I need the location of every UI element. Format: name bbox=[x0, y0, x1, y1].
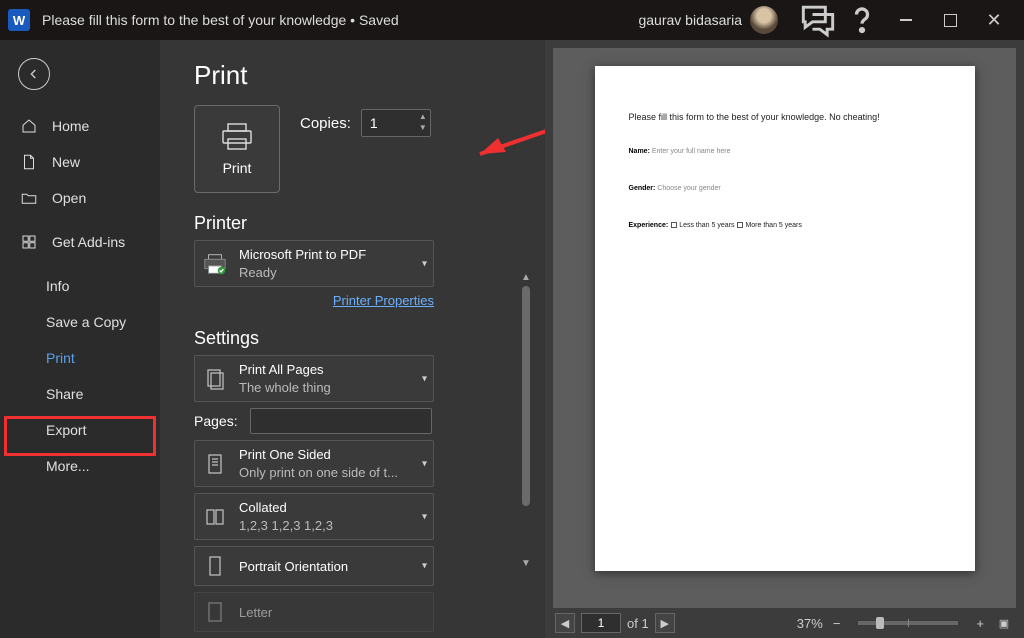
sidebar-item-info[interactable]: Info bbox=[0, 268, 160, 304]
sidebar-item-save-copy[interactable]: Save a Copy bbox=[0, 304, 160, 340]
sidebar-item-export[interactable]: Export bbox=[0, 412, 160, 448]
pages-label: Pages: bbox=[194, 413, 242, 429]
printer-heading: Printer bbox=[194, 213, 247, 234]
chat-icon[interactable] bbox=[796, 0, 840, 40]
chevron-down-icon: ▾ bbox=[422, 373, 427, 384]
printer-status: Ready bbox=[239, 264, 366, 282]
sidebar-item-open[interactable]: Open bbox=[0, 180, 160, 216]
preview-footer: ◀ of 1 ▶ 37% − + ▣ bbox=[545, 608, 1024, 638]
fit-page-button[interactable]: ▣ bbox=[994, 613, 1014, 633]
zoom-in-button[interactable]: + bbox=[972, 616, 988, 631]
chevron-down-icon: ▾ bbox=[422, 561, 427, 572]
print-settings-panel: Print Print Copies: ▲ ▼ Printer i bbox=[160, 40, 545, 638]
sidebar-item-addins[interactable]: Get Add-ins bbox=[0, 224, 160, 260]
sidebar-item-print[interactable]: Print bbox=[0, 340, 160, 376]
zoom-out-button[interactable]: − bbox=[829, 616, 845, 631]
preview-canvas[interactable]: Please fill this form to the best of you… bbox=[553, 48, 1016, 608]
single-side-icon bbox=[201, 450, 229, 478]
titlebar: W Please fill this form to the best of y… bbox=[0, 0, 1024, 40]
file-icon bbox=[20, 153, 38, 171]
sidebar-item-home[interactable]: Home bbox=[0, 108, 160, 144]
account-username[interactable]: gaurav bidasaria bbox=[638, 12, 742, 28]
sidebar-item-more[interactable]: More... bbox=[0, 448, 160, 484]
next-page-button[interactable]: ▶ bbox=[655, 613, 675, 633]
folder-icon bbox=[20, 189, 38, 207]
addins-icon bbox=[20, 233, 38, 251]
page-number-input[interactable] bbox=[581, 613, 621, 633]
printer-icon bbox=[201, 250, 229, 278]
paper-icon bbox=[201, 598, 229, 626]
avatar-icon[interactable] bbox=[750, 6, 778, 34]
sided-selector[interactable]: Print One Sided Only print on one side o… bbox=[194, 440, 434, 487]
sidebar-item-share[interactable]: Share bbox=[0, 376, 160, 412]
close-button[interactable]: ✕ bbox=[972, 0, 1016, 40]
printer-name: Microsoft Print to PDF bbox=[239, 246, 366, 264]
sidebar-item-label: Get Add-ins bbox=[52, 234, 125, 250]
zoom-slider[interactable] bbox=[858, 621, 958, 625]
paper-selector[interactable]: Letter bbox=[194, 592, 434, 632]
sidebar-item-new[interactable]: New bbox=[0, 144, 160, 180]
copies-up-button[interactable]: ▲ bbox=[417, 111, 429, 122]
collated-selector[interactable]: Collated 1,2,3 1,2,3 1,2,3 ▾ bbox=[194, 493, 434, 540]
sidebar-item-label: New bbox=[52, 154, 80, 170]
preview-page: Please fill this form to the best of you… bbox=[595, 66, 975, 571]
minimize-button[interactable] bbox=[884, 0, 928, 40]
print-preview-panel: Please fill this form to the best of you… bbox=[545, 40, 1024, 638]
pages-icon bbox=[201, 365, 229, 393]
help-icon[interactable] bbox=[840, 0, 884, 40]
back-button[interactable] bbox=[18, 58, 50, 90]
settings-scrollbar[interactable]: ▲ ▼ bbox=[521, 272, 531, 572]
doc-heading: Please fill this form to the best of you… bbox=[629, 112, 941, 122]
home-icon bbox=[20, 117, 38, 135]
settings-heading: Settings bbox=[194, 328, 545, 349]
chevron-down-icon: ▾ bbox=[422, 258, 427, 269]
scroll-up-icon[interactable]: ▲ bbox=[521, 272, 531, 286]
chevron-down-icon: ▾ bbox=[422, 458, 427, 469]
copies-label: Copies: bbox=[300, 115, 351, 132]
word-logo-icon: W bbox=[8, 9, 30, 31]
print-scope-selector[interactable]: Print All Pages The whole thing ▾ bbox=[194, 355, 434, 402]
page-title: Print bbox=[194, 60, 545, 91]
print-button-label: Print bbox=[223, 160, 252, 176]
scroll-down-icon[interactable]: ▼ bbox=[521, 558, 531, 572]
portrait-icon bbox=[201, 552, 229, 580]
print-button[interactable]: Print bbox=[194, 105, 280, 193]
collated-icon bbox=[201, 503, 229, 531]
sidebar-item-label: Home bbox=[52, 118, 89, 134]
maximize-button[interactable] bbox=[928, 0, 972, 40]
chevron-down-icon: ▾ bbox=[422, 511, 427, 522]
prev-page-button[interactable]: ◀ bbox=[555, 613, 575, 633]
sidebar-item-label: Open bbox=[52, 190, 86, 206]
page-count-label: of 1 bbox=[627, 616, 649, 631]
copies-down-button[interactable]: ▼ bbox=[417, 122, 429, 133]
zoom-level-label: 37% bbox=[797, 616, 823, 631]
document-title: Please fill this form to the best of you… bbox=[42, 12, 399, 28]
printer-selector[interactable]: Microsoft Print to PDF Ready ▾ bbox=[194, 240, 434, 287]
printer-properties-link[interactable]: Printer Properties bbox=[194, 293, 434, 308]
orientation-selector[interactable]: Portrait Orientation ▾ bbox=[194, 546, 434, 586]
backstage-sidebar: Home New Open Get Add-ins Info Save a Co… bbox=[0, 40, 160, 638]
pages-input[interactable] bbox=[250, 408, 432, 434]
